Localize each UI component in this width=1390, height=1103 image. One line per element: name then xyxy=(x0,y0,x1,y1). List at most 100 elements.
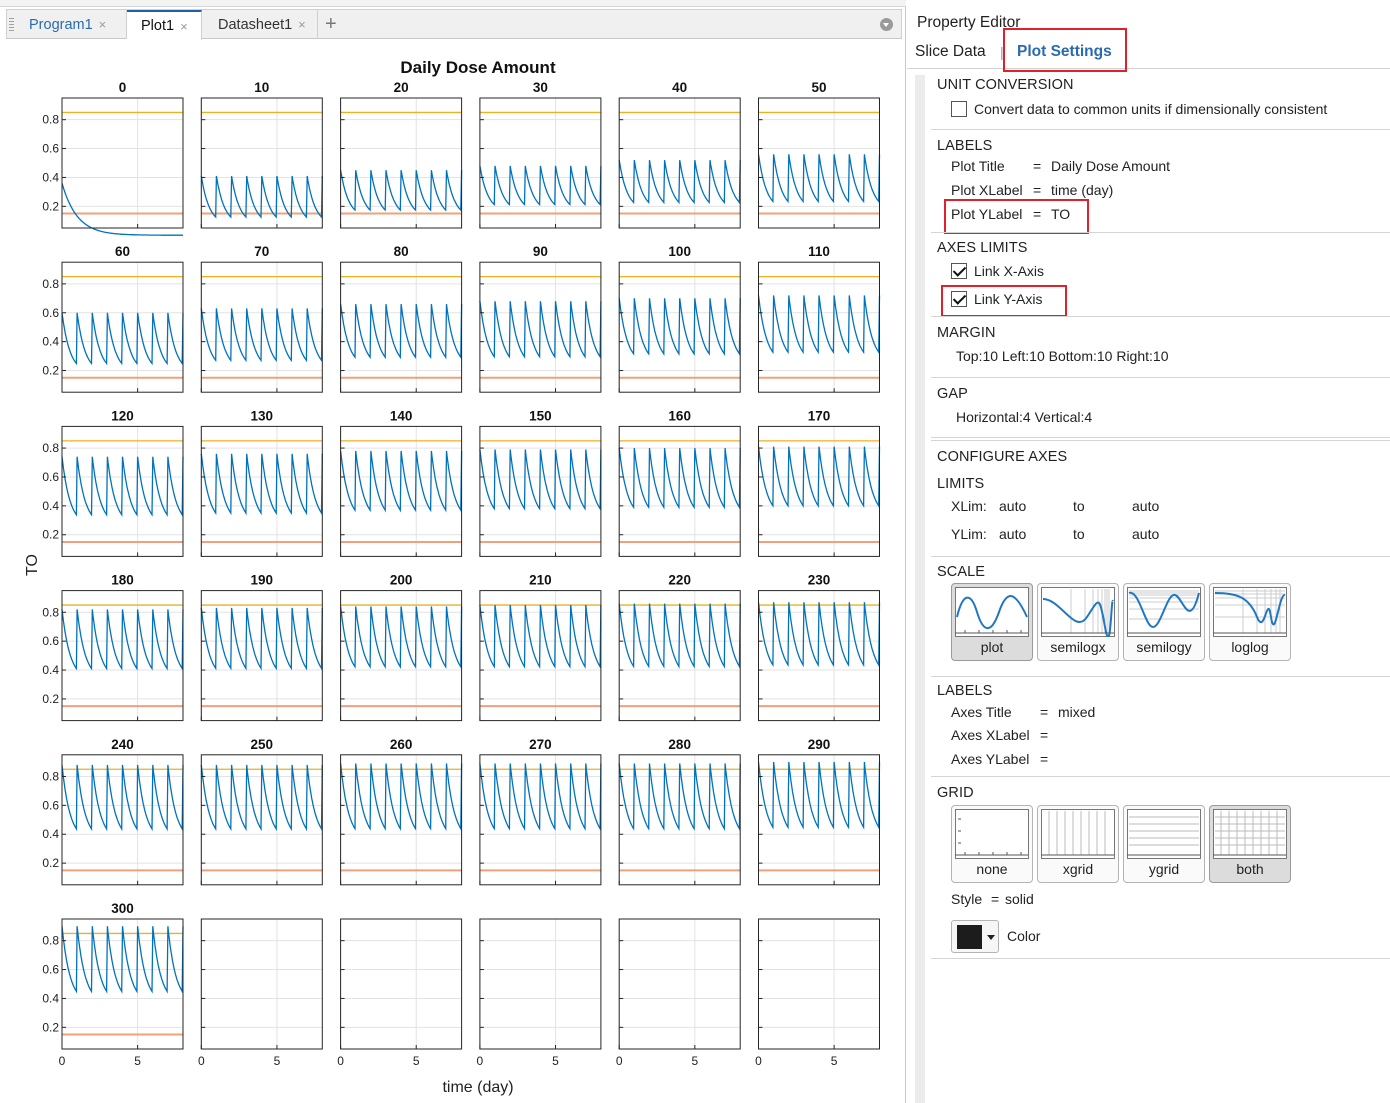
close-icon[interactable]: × xyxy=(99,17,107,32)
tab-label: Plot1 xyxy=(141,18,175,34)
plot-ylabel-key: Plot YLabel xyxy=(951,206,1023,222)
grid-x-button[interactable]: xgrid xyxy=(1037,805,1119,883)
gap-values[interactable]: Horizontal:4 Vertical:4 xyxy=(956,409,1092,425)
subplot: 70 xyxy=(200,244,323,393)
subplot-title: 180 xyxy=(111,573,134,588)
subplot: 250 xyxy=(200,737,323,886)
subplot: 170 xyxy=(757,408,881,557)
scale-semilogx-button[interactable]: semilogx xyxy=(1037,583,1119,661)
tab-plot1[interactable]: Plot1 × xyxy=(127,10,202,40)
link-y-axis-checkbox[interactable] xyxy=(951,291,967,307)
subplot-title: 70 xyxy=(254,244,269,259)
y-tick-label: 0.4 xyxy=(42,335,59,349)
subplot-title: 200 xyxy=(390,573,413,588)
add-tab-button[interactable]: + xyxy=(325,13,337,35)
margin-values[interactable]: Top:10 Left:10 Bottom:10 Right:10 xyxy=(956,348,1168,364)
grid-color-label: Color xyxy=(1007,928,1041,944)
subplot: 190 xyxy=(200,573,323,722)
scale-option-label: semilogy xyxy=(1136,639,1192,655)
x-tick-label: 5 xyxy=(134,1054,141,1068)
subplot-title: 240 xyxy=(111,737,134,752)
subplot: 10 xyxy=(200,80,323,229)
equals-sign: = xyxy=(1033,158,1042,174)
divider xyxy=(931,440,1390,441)
plot-title-field[interactable]: Daily Dose Amount xyxy=(1051,158,1170,174)
plot-ylabel-field[interactable]: TO xyxy=(1051,206,1070,222)
close-icon[interactable]: × xyxy=(180,19,188,34)
scale-plot-button[interactable]: plot xyxy=(951,583,1033,661)
scale-semilogy-button[interactable]: semilogy xyxy=(1123,583,1205,661)
property-editor-tabs: Slice Data | Plot Settings xyxy=(907,36,1390,69)
divider xyxy=(931,437,1390,438)
unit-conversion-heading: UNIT CONVERSION xyxy=(937,77,1074,93)
grid-color-picker[interactable] xyxy=(951,920,999,953)
scale-loglog-button[interactable]: loglog xyxy=(1209,583,1291,661)
tab-label: Program1 xyxy=(29,16,93,33)
document-tab-bar: Program1 × Plot1 × Datasheet1 × + xyxy=(6,9,902,40)
limits-heading: LIMITS xyxy=(937,476,985,492)
y-tick-label: 0.2 xyxy=(42,364,59,378)
subplot: 90 xyxy=(479,244,602,393)
axes-background xyxy=(479,98,601,228)
subplot: 140 xyxy=(339,408,463,557)
y-tick-label: 0.6 xyxy=(42,306,59,320)
equals-sign: = xyxy=(1033,206,1042,222)
grip-handle-icon[interactable] xyxy=(9,18,14,32)
grid-both-button[interactable]: both xyxy=(1209,805,1291,883)
axes-background xyxy=(479,919,601,1049)
subplot-title: 250 xyxy=(251,737,274,752)
top-toolbar-strip xyxy=(0,0,906,7)
margin-heading: MARGIN xyxy=(937,325,996,341)
ylim-min-field[interactable]: auto xyxy=(999,526,1026,542)
divider xyxy=(931,129,1390,130)
plot-xlabel-key: Plot XLabel xyxy=(951,182,1023,198)
scrollbar[interactable] xyxy=(915,75,925,1103)
equals-sign: = xyxy=(1040,727,1049,743)
tab-plot-settings[interactable]: Plot Settings xyxy=(1017,43,1112,61)
grid-y-icon xyxy=(1127,809,1201,859)
x-axis-label: time (day) xyxy=(442,1079,513,1096)
grid-none-button[interactable]: none xyxy=(951,805,1033,883)
y-tick-label: 0.8 xyxy=(42,441,59,455)
xlim-min-field[interactable]: auto xyxy=(999,498,1026,514)
axes-background xyxy=(340,98,462,228)
xlim-max-field[interactable]: auto xyxy=(1132,498,1159,514)
link-x-axis-checkbox[interactable] xyxy=(951,263,967,279)
subplot-title: 40 xyxy=(672,80,687,95)
divider xyxy=(931,556,1390,557)
chevron-down-icon[interactable] xyxy=(880,18,893,31)
semilogx-icon xyxy=(1041,587,1115,637)
grid-heading: GRID xyxy=(937,785,974,801)
plot-canvas: Daily Dose Amount time (day) TO 0 0.2 0.4 0… xyxy=(6,40,902,1103)
subplot-title: 20 xyxy=(394,80,409,95)
axes-title-field[interactable]: mixed xyxy=(1058,704,1095,720)
subplot: 220 xyxy=(618,573,741,722)
grid-style-field[interactable]: solid xyxy=(1005,891,1034,907)
tab-datasheet1[interactable]: Datasheet1 × xyxy=(204,10,318,39)
x-tick-label: 5 xyxy=(413,1054,420,1068)
plot-xlabel-field[interactable]: time (day) xyxy=(1051,182,1113,198)
x-tick-label: 5 xyxy=(274,1054,281,1068)
x-tick-label: 0 xyxy=(477,1054,484,1068)
subplot: 230 xyxy=(757,573,881,722)
grid-y-button[interactable]: ygrid xyxy=(1123,805,1205,883)
tab-program1[interactable]: Program1 × xyxy=(15,10,127,39)
subplot: 05 xyxy=(755,918,880,1068)
subplot-title: 130 xyxy=(251,408,274,423)
y-tick-label: 0.4 xyxy=(42,170,59,184)
subplot-title: 160 xyxy=(668,408,691,423)
convert-units-checkbox[interactable] xyxy=(951,101,967,117)
close-icon[interactable]: × xyxy=(298,17,306,32)
plot-title: Daily Dose Amount xyxy=(400,58,556,77)
ylim-key: YLim: xyxy=(951,526,987,542)
equals-sign: = xyxy=(1040,751,1049,767)
subplot: 120 0.2 0.4 0.6 0.8 xyxy=(42,408,184,557)
y-tick-label: 0.4 xyxy=(42,827,59,841)
y-tick-label: 0.2 xyxy=(42,1020,59,1034)
divider xyxy=(931,316,1390,317)
tab-slice-data[interactable]: Slice Data xyxy=(915,43,986,61)
scale-option-label: loglog xyxy=(1231,639,1269,655)
labels-heading: LABELS xyxy=(937,138,993,154)
ylim-max-field[interactable]: auto xyxy=(1132,526,1159,542)
divider xyxy=(931,232,1390,233)
